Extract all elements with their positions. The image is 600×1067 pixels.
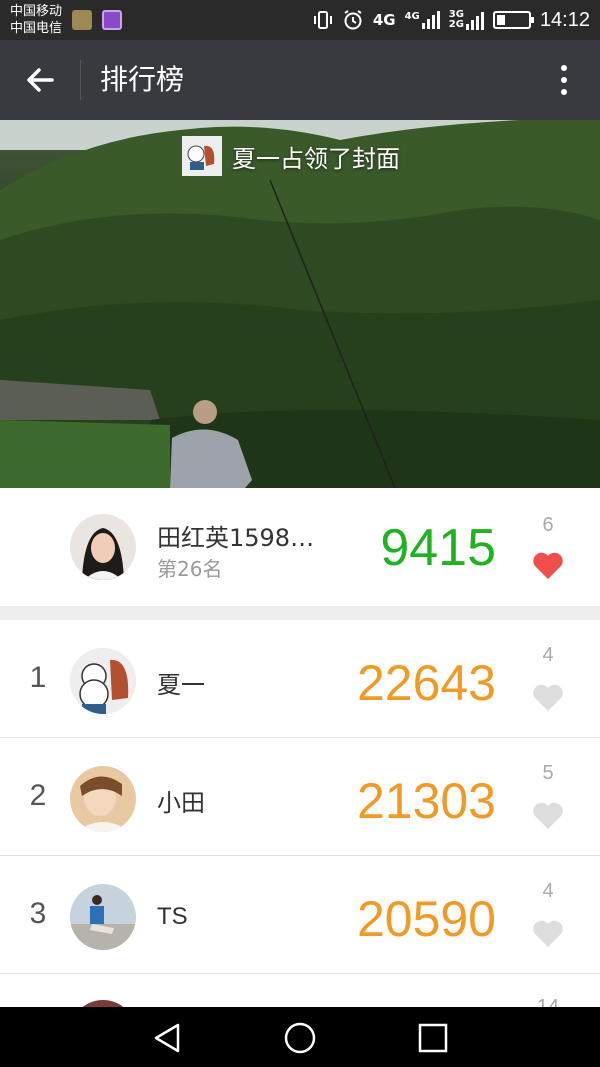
cover-photo[interactable]: 夏一占领了封面 xyxy=(0,120,600,488)
status-bar: 中国移动 中国电信 4G 4G 3G 2G 14:12 xyxy=(0,0,600,40)
status-icons: 4G 4G 3G 2G 14:12 xyxy=(313,0,590,40)
user-like-count: 14 xyxy=(536,996,560,1007)
user-avatar[interactable] xyxy=(70,884,136,950)
notification-gallery-icon xyxy=(102,10,122,30)
app-bar-divider xyxy=(80,60,81,100)
ranking-row-4[interactable]: 14 xyxy=(0,974,600,1007)
carrier-names: 中国移动 中国电信 xyxy=(10,3,62,37)
ranking-list: 1 夏一 22643 4 2 小田 21303 5 3 TS 20590 4 1… xyxy=(0,620,600,1007)
user-like-count: 4 xyxy=(542,880,554,902)
ranking-row-2[interactable]: 2 小田 21303 5 xyxy=(0,738,600,856)
my-rank-card[interactable]: 田红英1598… 第26名 9415 6 xyxy=(0,488,600,606)
rank-number: 2 xyxy=(29,779,47,812)
network-type-1: 4G xyxy=(372,11,396,29)
user-avatar[interactable] xyxy=(70,766,136,832)
signal-group-1: 4G xyxy=(405,11,440,29)
page-title: 排行榜 xyxy=(100,63,185,96)
like-heart-icon[interactable] xyxy=(532,918,564,948)
battery-icon xyxy=(492,11,534,29)
carrier-2: 中国电信 xyxy=(10,21,63,36)
back-arrow-icon[interactable] xyxy=(22,62,58,98)
system-nav-bar xyxy=(0,1007,600,1067)
signal-group-2: 3G 2G xyxy=(449,10,484,30)
user-step-count: 22643 xyxy=(356,655,496,711)
carrier-1: 中国移动 xyxy=(10,4,63,19)
signal-icon-2 xyxy=(465,12,484,30)
my-rank-text: 第26名 xyxy=(157,557,223,581)
like-heart-icon[interactable] xyxy=(532,682,564,712)
user-avatar[interactable] xyxy=(70,648,136,714)
user-like-count: 4 xyxy=(542,644,554,666)
user-like-count: 5 xyxy=(542,762,554,784)
more-options-icon[interactable] xyxy=(552,62,576,98)
rank-number: 1 xyxy=(29,661,47,694)
my-name: 田红英1598… xyxy=(157,524,315,552)
cover-caption-text: 夏一占领了封面 xyxy=(232,144,400,173)
rank-number: 3 xyxy=(29,897,47,930)
user-avatar[interactable] xyxy=(70,1000,136,1007)
nav-back-icon[interactable] xyxy=(150,1021,184,1055)
user-name: TS xyxy=(157,903,188,930)
ranking-row-1[interactable]: 1 夏一 22643 4 xyxy=(0,620,600,738)
cover-owner-avatar xyxy=(182,136,222,176)
alarm-icon xyxy=(344,10,362,30)
my-avatar[interactable] xyxy=(70,514,136,580)
user-step-count: 20590 xyxy=(356,891,496,947)
user-name: 小田 xyxy=(157,789,205,817)
my-like-count: 6 xyxy=(542,514,554,536)
my-like-heart-icon[interactable] xyxy=(532,550,564,580)
nav-recents-icon[interactable] xyxy=(416,1021,450,1055)
ranking-row-3[interactable]: 3 TS 20590 4 xyxy=(0,856,600,974)
network-type-2: 4G xyxy=(404,11,420,22)
status-time: 14:12 xyxy=(539,8,590,31)
vibrate-icon xyxy=(313,11,332,29)
nav-home-icon[interactable] xyxy=(283,1021,317,1055)
user-step-count: 21303 xyxy=(356,773,496,829)
network-type-4: 2G xyxy=(448,19,464,30)
like-heart-icon[interactable] xyxy=(532,800,564,830)
cover-caption: 夏一占领了封面 xyxy=(182,136,400,176)
app-bar: 排行榜 xyxy=(0,40,600,120)
signal-icon-1 xyxy=(421,11,440,29)
notification-app-icon xyxy=(72,10,92,30)
my-step-count: 9415 xyxy=(380,519,496,577)
user-name: 夏一 xyxy=(157,671,205,699)
